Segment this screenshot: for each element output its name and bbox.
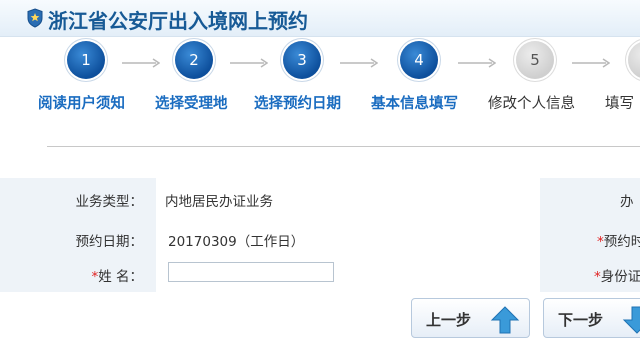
step-5-circle: 5 — [516, 41, 554, 79]
section-divider — [47, 146, 640, 147]
page-title: 浙江省公安厅出入境网上预约 — [48, 9, 308, 33]
right-col-row2-text: 预约时 — [603, 234, 640, 250]
step-6-label: 填写 — [605, 96, 634, 112]
step-arrow-icon — [340, 58, 378, 68]
up-arrow-icon — [490, 306, 520, 334]
step-3-circle: 3 — [283, 41, 321, 79]
name-label: *姓 名： — [91, 265, 143, 285]
step-6-circle — [628, 41, 640, 79]
prev-step-label: 上一步 — [426, 311, 472, 329]
step-5-label: 修改个人信息 — [488, 96, 575, 112]
down-arrow-icon — [622, 306, 640, 334]
page-header: 浙江省公安厅出入境网上预约 — [0, 0, 640, 37]
appointment-date-value: 20170309（工作日） — [168, 234, 305, 250]
next-step-button[interactable]: 下一步 — [543, 298, 640, 338]
right-col-row2-label: *预约时 — [597, 230, 640, 250]
step-2-label: 选择受理地 — [155, 96, 228, 112]
prev-step-button[interactable]: 上一步 — [411, 298, 530, 338]
step-arrow-icon — [458, 58, 496, 68]
required-mark: * — [594, 269, 601, 285]
police-emblem-icon — [27, 8, 43, 28]
right-col-row3-text: 身份证 — [600, 269, 640, 285]
progress-steps: 1 2 3 4 5 阅读用户须知 选择受理地 选择预约日期 基本信息填写 修改个… — [0, 38, 640, 118]
business-type-value: 内地居民办证业务 — [165, 194, 273, 210]
right-col-row3-label: *身份证 — [594, 265, 640, 285]
step-2-circle: 2 — [175, 41, 213, 79]
step-4-label: 基本信息填写 — [371, 96, 458, 112]
step-arrow-icon — [572, 58, 610, 68]
step-4-circle: 4 — [400, 41, 438, 79]
required-mark: * — [597, 234, 604, 250]
step-1-label: 阅读用户须知 — [38, 96, 125, 112]
step-1-circle: 1 — [67, 41, 105, 79]
next-step-label: 下一步 — [558, 311, 604, 329]
name-input[interactable] — [168, 262, 334, 282]
step-arrow-icon — [122, 58, 160, 68]
right-col-row1-label: 办 — [620, 194, 634, 210]
business-type-label: 业务类型： — [75, 194, 144, 210]
step-3-label: 选择预约日期 — [254, 96, 341, 112]
step-arrow-icon — [230, 58, 268, 68]
appointment-date-label: 预约日期： — [75, 234, 144, 250]
name-label-text: 姓 名： — [98, 269, 143, 285]
